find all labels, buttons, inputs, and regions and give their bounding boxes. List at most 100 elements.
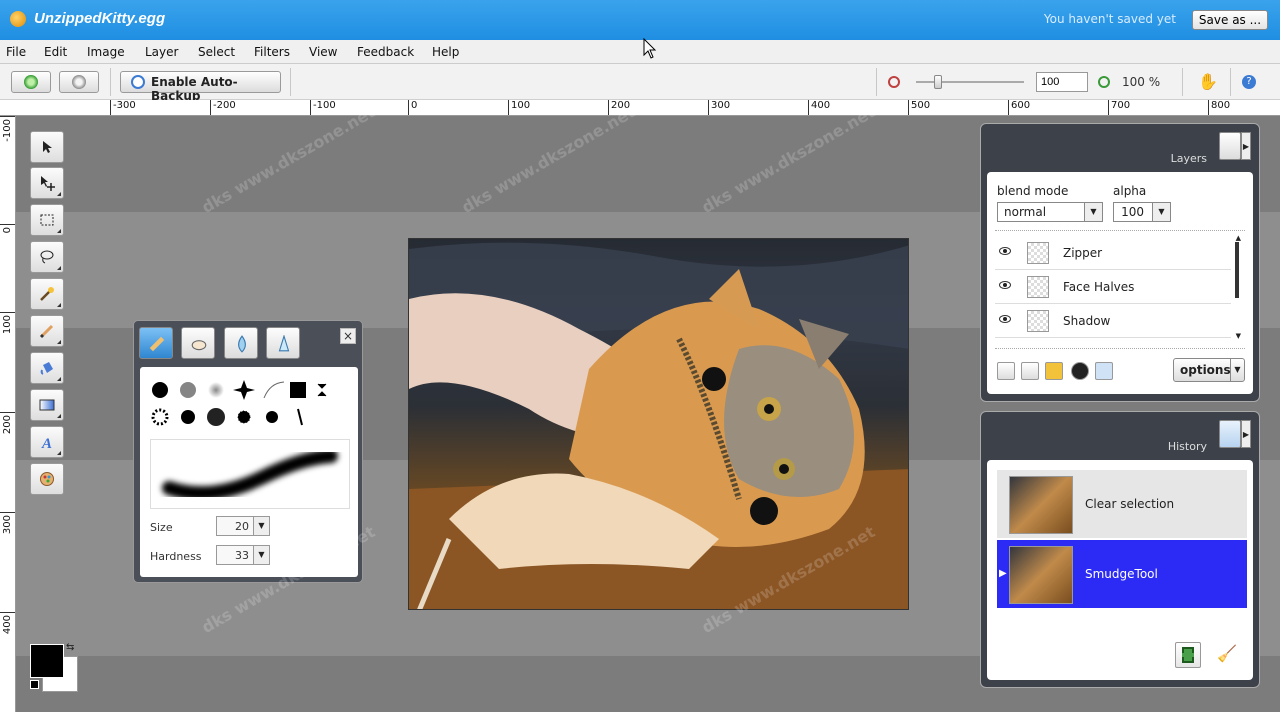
tab-brush[interactable]	[139, 327, 173, 359]
scroll-down-icon[interactable]: ▼	[1236, 332, 1241, 340]
hand-tool-icon[interactable]: ✋	[1198, 72, 1218, 91]
history-item-label: Clear selection	[1085, 497, 1175, 511]
panel-menu-arrow[interactable]: ▶	[1241, 132, 1251, 160]
chevron-down-icon[interactable]: ▼	[1230, 359, 1244, 381]
zoom-input[interactable]	[1036, 72, 1088, 92]
submenu-indicator	[57, 377, 61, 381]
lasso-tool[interactable]	[30, 241, 64, 273]
film-strip-icon[interactable]	[1175, 642, 1201, 668]
layer-thumbnail	[1027, 310, 1049, 332]
magic-wand-tool[interactable]	[30, 278, 64, 310]
toolbar-divider	[290, 68, 291, 96]
sharpen-drop-icon	[278, 335, 290, 352]
chevron-down-icon[interactable]: ▼	[1152, 203, 1170, 221]
kitten-photo	[409, 242, 908, 609]
bucket-tool[interactable]	[30, 352, 64, 384]
gradient-tool[interactable]	[30, 389, 64, 421]
layer-row[interactable]: Face Halves	[995, 270, 1231, 304]
layer-row[interactable]: Zipper	[995, 236, 1231, 270]
menu-view[interactable]: View	[309, 45, 337, 59]
swap-colors-icon[interactable]: ⇆	[66, 642, 74, 653]
menu-image[interactable]: Image	[87, 45, 125, 59]
smudge-tool[interactable]	[30, 463, 64, 495]
ruler-label: -100	[310, 100, 336, 115]
new-folder-icon[interactable]	[1021, 362, 1039, 380]
history-item-selected[interactable]: ▶ SmudgeTool	[997, 540, 1247, 608]
brush-preset-leaf	[207, 408, 225, 426]
redo-icon	[72, 75, 86, 89]
save-as-button[interactable]: Save as ...	[1192, 10, 1268, 30]
divider	[995, 230, 1245, 231]
foreground-color-swatch[interactable]	[30, 644, 64, 678]
history-icon[interactable]	[1219, 420, 1241, 448]
lock-icon[interactable]	[1045, 362, 1063, 380]
brush-preset-soft	[208, 382, 224, 398]
brush-preset-flower	[181, 410, 195, 424]
layer-row[interactable]: Shadow	[995, 304, 1231, 338]
history-thumbnail	[1009, 546, 1073, 604]
tab-blur[interactable]	[224, 327, 258, 359]
menu-file[interactable]: File	[6, 45, 26, 59]
pointer-tool[interactable]	[30, 131, 64, 163]
save-status: You haven't saved yet	[1043, 12, 1176, 26]
eye-icon[interactable]	[999, 315, 1011, 323]
chevron-down-icon[interactable]: ▼	[253, 546, 269, 564]
tab-smudge[interactable]	[181, 327, 215, 359]
marquee-tool[interactable]	[30, 204, 64, 236]
zoom-in-icon[interactable]	[1098, 76, 1110, 88]
close-icon[interactable]: ×	[340, 328, 356, 344]
new-layer-icon[interactable]	[997, 362, 1015, 380]
brush-preset-hard-round	[152, 382, 168, 398]
history-item[interactable]: Clear selection	[997, 470, 1247, 538]
menu-filters[interactable]: Filters	[254, 45, 290, 59]
menu-select[interactable]: Select	[198, 45, 235, 59]
layers-scrollbar[interactable]	[1235, 242, 1239, 298]
reset-colors-icon[interactable]	[30, 680, 39, 689]
ruler-tick: 0	[0, 224, 15, 233]
panel-menu-arrow[interactable]: ▶	[1241, 420, 1251, 448]
ruler-label: 700	[1108, 100, 1130, 115]
layers-panel: Layers ▶ blend mode normal ▼ alpha 100 ▼…	[980, 123, 1260, 402]
image-canvas[interactable]	[408, 238, 909, 610]
eye-icon[interactable]	[999, 281, 1011, 289]
brush-stroke-sample	[162, 449, 338, 501]
tab-sharpen[interactable]	[266, 327, 300, 359]
layer-options-button[interactable]: options ▼	[1173, 358, 1245, 382]
zoom-slider-track[interactable]	[916, 81, 1024, 83]
broom-icon[interactable]: 🧹	[1211, 642, 1237, 668]
blend-mode-select[interactable]: normal ▼	[997, 202, 1103, 222]
menu-feedback[interactable]: Feedback	[357, 45, 414, 59]
help-icon[interactable]: ?	[1242, 75, 1256, 89]
folder-icon[interactable]	[1219, 132, 1241, 160]
menu-layer[interactable]: Layer	[145, 45, 178, 59]
redo-button[interactable]	[59, 71, 99, 93]
auto-backup-button[interactable]: Enable Auto-Backup	[120, 71, 281, 103]
eye-icon[interactable]	[999, 247, 1011, 255]
hardness-stepper[interactable]: 33 ▼	[216, 545, 270, 565]
ruler-label: 300	[708, 100, 730, 115]
size-stepper[interactable]: 20 ▼	[216, 516, 270, 536]
trash-icon[interactable]	[1095, 362, 1113, 380]
zoom-slider-handle[interactable]	[934, 75, 942, 89]
undo-button[interactable]	[11, 71, 51, 93]
alpha-stepper[interactable]: 100 ▼	[1113, 202, 1171, 222]
scroll-up-icon[interactable]: ▲	[1236, 234, 1241, 242]
brush-icon	[39, 324, 54, 339]
brush-tool[interactable]	[30, 315, 64, 347]
text-tool[interactable]: A	[30, 426, 64, 458]
submenu-indicator	[57, 303, 61, 307]
chevron-down-icon[interactable]: ▼	[253, 517, 269, 535]
move-tool[interactable]	[30, 167, 64, 199]
title-bar: UnzippedKitty.egg You haven't saved yet …	[0, 0, 1280, 40]
marquee-icon	[40, 214, 54, 226]
auto-backup-label: Enable Auto-Backup	[151, 75, 238, 103]
size-value: 20	[235, 520, 249, 533]
submenu-indicator	[57, 451, 61, 455]
ruler-tick: 100	[0, 312, 15, 334]
zoom-out-icon[interactable]	[888, 76, 900, 88]
chevron-down-icon[interactable]: ▼	[1084, 203, 1102, 221]
menu-edit[interactable]: Edit	[44, 45, 67, 59]
menu-help[interactable]: Help	[432, 45, 459, 59]
history-item-label: SmudgeTool	[1085, 567, 1158, 581]
layer-style-icon[interactable]	[1071, 362, 1089, 380]
